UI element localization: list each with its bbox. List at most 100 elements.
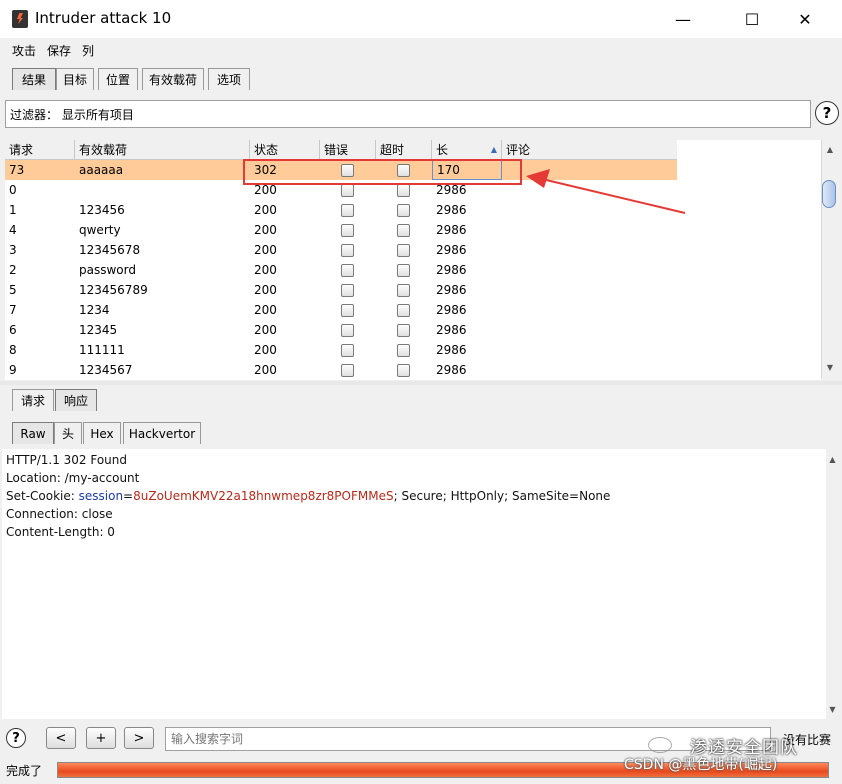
timeout-checkbox — [397, 284, 410, 297]
table-row[interactable]: 8 111111 200 2986 — [5, 340, 677, 360]
tab-target[interactable]: 目标 — [56, 68, 94, 90]
search-input[interactable] — [165, 727, 771, 751]
maximize-button[interactable]: ☐ — [729, 0, 775, 38]
tab-request[interactable]: 请求 — [12, 389, 54, 411]
burp-app-icon — [12, 10, 28, 28]
cell-request: 9 — [9, 363, 17, 377]
cell-length: 2986 — [436, 223, 467, 237]
response-editor[interactable]: HTTP/1.1 302 Found Location: /my-account… — [2, 449, 826, 719]
table-row[interactable]: 9 1234567 200 2986 — [5, 360, 677, 380]
error-checkbox — [341, 324, 354, 337]
timeout-checkbox — [397, 304, 410, 317]
search-next-button[interactable]: > — [124, 727, 154, 749]
cell-length: 2986 — [436, 283, 467, 297]
col-timeout[interactable]: 超时 — [376, 140, 432, 160]
scroll-down-icon[interactable]: ▼ — [822, 360, 838, 376]
timeout-checkbox — [397, 264, 410, 277]
error-checkbox — [341, 244, 354, 257]
cookie-header-name: Set-Cookie: — [6, 489, 79, 503]
table-row[interactable]: 6 12345 200 2986 — [5, 320, 677, 340]
cell-request: 0 — [9, 183, 17, 197]
col-length[interactable]: 长 ▲ — [432, 140, 502, 160]
error-checkbox — [341, 224, 354, 237]
cell-request: 5 — [9, 283, 17, 297]
table-row[interactable]: 7 1234 200 2986 — [5, 300, 677, 320]
table-scroll-thumb[interactable] — [822, 180, 836, 208]
cell-status: 200 — [254, 203, 277, 217]
col-comment[interactable]: 评论 — [502, 140, 677, 160]
tab-payloads[interactable]: 有效载荷 — [142, 68, 204, 90]
cell-payload: aaaaaa — [79, 163, 124, 177]
cell-request: 6 — [9, 323, 17, 337]
status-text: 完成了 — [6, 764, 43, 778]
col-error[interactable]: 错误 — [320, 140, 376, 160]
tab-raw[interactable]: Raw — [12, 422, 54, 444]
table-row[interactable]: 2 password 200 2986 — [5, 260, 677, 280]
tab-options[interactable]: 选项 — [208, 68, 250, 90]
cell-length: 2986 — [436, 243, 467, 257]
minimize-button[interactable]: — — [660, 0, 706, 38]
cell-status: 200 — [254, 323, 277, 337]
cell-length: 2986 — [436, 323, 467, 337]
cookie-value: 8uZoUemKMV22a18hnwmep8zr8POFMMeS — [133, 489, 394, 503]
col-payload[interactable]: 有效载荷 — [75, 140, 250, 160]
table-scrollbar[interactable]: ▲ ▼ — [821, 140, 837, 378]
error-checkbox — [341, 264, 354, 277]
search-add-button[interactable]: + — [86, 727, 116, 749]
response-status-line: HTTP/1.1 302 Found — [6, 453, 128, 467]
sort-ascending-icon: ▲ — [490, 145, 497, 154]
wechat-icon — [648, 737, 672, 753]
cell-payload: 111111 — [79, 343, 125, 357]
cell-status: 200 — [254, 283, 277, 297]
scroll-up-icon[interactable]: ▲ — [826, 452, 839, 468]
cookie-name: session — [78, 489, 124, 503]
tab-hex[interactable]: Hex — [83, 422, 121, 444]
cell-payload: 123456 — [79, 203, 125, 217]
response-scrollbar[interactable]: ▲ ▼ — [826, 450, 839, 720]
cell-status: 200 — [254, 343, 277, 357]
tab-response[interactable]: 响应 — [55, 389, 97, 411]
help-icon[interactable]: ? — [815, 101, 839, 125]
timeout-checkbox — [397, 204, 410, 217]
help-icon[interactable]: ? — [6, 728, 26, 748]
timeout-checkbox — [397, 344, 410, 357]
timeout-checkbox — [397, 324, 410, 337]
tab-positions[interactable]: 位置 — [98, 68, 138, 90]
col-status[interactable]: 状态 — [250, 140, 320, 160]
menu-attack[interactable]: 攻击 — [12, 42, 36, 59]
cell-status: 200 — [254, 223, 277, 237]
response-length-line: Content-Length: 0 — [6, 525, 115, 539]
annotation-arrow-icon — [526, 169, 686, 214]
cell-length: 2986 — [436, 303, 467, 317]
cell-status: 200 — [254, 363, 277, 377]
cell-length: 2986 — [436, 203, 467, 217]
cell-request: 4 — [9, 223, 17, 237]
cell-payload: 12345 — [79, 323, 118, 337]
response-connection-line: Connection: close — [6, 507, 113, 521]
cookie-flags: ; Secure; HttpOnly; SameSite=None — [393, 489, 611, 503]
error-checkbox — [341, 304, 354, 317]
cell-payload — [75, 180, 79, 200]
scroll-down-icon[interactable]: ▼ — [826, 702, 839, 718]
table-row[interactable]: 5 123456789 200 2986 — [5, 280, 677, 300]
cell-payload: 1234 — [79, 303, 110, 317]
scroll-up-icon[interactable]: ▲ — [822, 142, 838, 158]
menu-columns[interactable]: 列 — [82, 42, 94, 59]
search-prev-button[interactable]: < — [46, 727, 76, 749]
cell-request: 1 — [9, 203, 17, 217]
tab-hackvertor[interactable]: Hackvertor — [123, 422, 201, 444]
col-request[interactable]: 请求 — [5, 140, 75, 160]
timeout-checkbox — [397, 244, 410, 257]
table-row[interactable]: 3 12345678 200 2986 — [5, 240, 677, 260]
cell-request: 7 — [9, 303, 17, 317]
split-divider[interactable] — [0, 381, 842, 385]
tab-results[interactable]: 结果 — [12, 68, 56, 90]
cell-payload: 123456789 — [79, 283, 148, 297]
table-row[interactable]: 4 qwerty 200 2986 — [5, 220, 677, 240]
cell-request: 73 — [9, 163, 25, 177]
cell-payload: qwerty — [79, 223, 121, 237]
tab-headers[interactable]: 头 — [54, 422, 82, 444]
menu-save[interactable]: 保存 — [47, 42, 71, 59]
close-button[interactable]: ✕ — [782, 0, 828, 38]
annotation-highlight-box — [243, 159, 522, 185]
